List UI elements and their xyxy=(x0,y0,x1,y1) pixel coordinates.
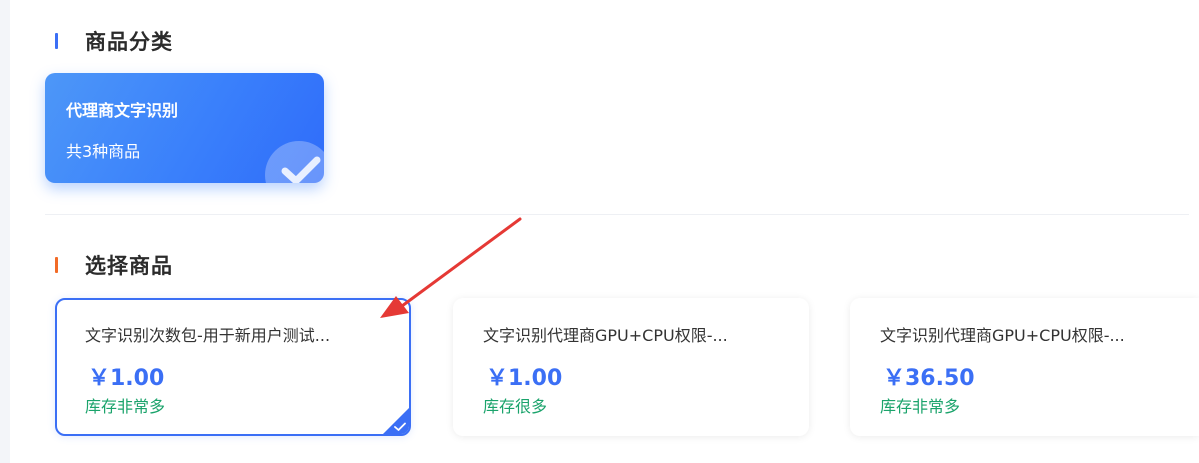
title-accent-bar xyxy=(55,257,58,273)
product-name: 文字识别次数包-用于新用户测试... xyxy=(85,326,331,345)
product-stock: 库存非常多 xyxy=(85,397,166,416)
product-price: ￥1.00 xyxy=(486,366,563,391)
check-icon xyxy=(265,141,324,183)
product-price: ￥36.50 xyxy=(883,366,975,391)
title-accent-bar xyxy=(55,33,58,49)
product-name: 文字识别代理商GPU+CPU权限-... xyxy=(483,326,728,345)
product-card-1[interactable]: 文字识别次数包-用于新用户测试... ￥1.00 库存非常多 xyxy=(55,298,411,436)
category-title-text: 商品分类 xyxy=(85,30,173,54)
check-icon xyxy=(394,422,406,431)
product-section-title: 选择商品 xyxy=(55,250,173,280)
category-name: 代理商文字识别 xyxy=(66,101,179,120)
category-count: 共3种商品 xyxy=(66,142,141,161)
product-price: ￥1.00 xyxy=(88,366,165,391)
product-card-2[interactable]: 文字识别代理商GPU+CPU权限-... ￥1.00 库存很多 xyxy=(453,298,809,436)
category-card-ocr-agent[interactable]: 代理商文字识别 共3种商品 xyxy=(45,73,324,183)
category-section-title: 商品分类 xyxy=(55,26,173,56)
product-card-3[interactable]: 文字识别代理商GPU+CPU权限-... ￥36.50 库存非常多 xyxy=(850,298,1199,436)
product-name: 文字识别代理商GPU+CPU权限-... xyxy=(880,326,1125,345)
product-stock: 库存很多 xyxy=(483,397,548,416)
section-divider xyxy=(45,214,1189,215)
product-title-text: 选择商品 xyxy=(85,254,173,278)
product-stock: 库存非常多 xyxy=(880,397,961,416)
